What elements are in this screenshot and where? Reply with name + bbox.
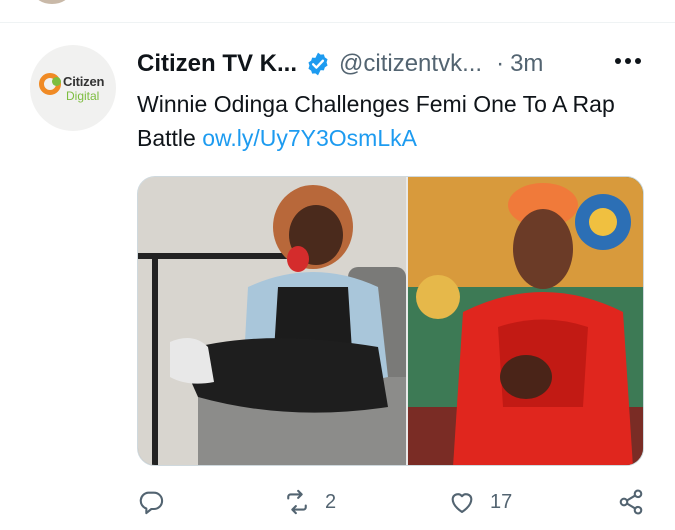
tweet-header: Citizen TV K... @citizentvk... · 3m <box>137 49 543 79</box>
tweet[interactable]: Citizen Digital Citizen TV K... @citizen… <box>0 23 675 530</box>
tweet-actions: 2 17 <box>137 488 647 518</box>
separator-dot: · <box>496 50 505 77</box>
tweet-media[interactable] <box>137 176 644 466</box>
retweet-icon <box>287 489 307 515</box>
reply-icon <box>139 491 164 515</box>
media-photo-right[interactable] <box>408 177 643 465</box>
reply-button[interactable] <box>137 488 165 516</box>
like-count: 17 <box>490 490 513 513</box>
user-handle[interactable]: @citizentvk... <box>339 50 482 78</box>
more-options-icon[interactable] <box>614 57 642 65</box>
like-button[interactable]: 17 <box>448 488 512 516</box>
like-icon <box>451 493 473 513</box>
photo-right-illustration <box>408 177 643 465</box>
retweet-count: 2 <box>325 490 337 513</box>
tweet-link[interactable]: ow.ly/Uy7Y3OsmLkA <box>202 125 417 151</box>
tweet-timestamp[interactable]: 3m <box>510 50 543 78</box>
photo-left-illustration <box>138 177 406 465</box>
media-photo-left[interactable] <box>138 177 406 465</box>
tweet-text: Winnie Odinga Challenges Femi One To A R… <box>137 87 637 155</box>
share-icon <box>619 489 643 515</box>
previous-tweet-avatar[interactable] <box>34 0 70 4</box>
citizen-logo-dot-icon <box>52 77 61 86</box>
avatar[interactable]: Citizen Digital <box>30 45 116 131</box>
avatar-logo-subtext: Digital <box>66 89 100 103</box>
retweet-button[interactable]: 2 <box>283 488 336 516</box>
share-button[interactable] <box>617 488 645 516</box>
verified-badge-icon <box>308 52 328 76</box>
avatar-logo-text: Citizen <box>63 74 105 89</box>
display-name[interactable]: Citizen TV K... <box>137 50 297 78</box>
